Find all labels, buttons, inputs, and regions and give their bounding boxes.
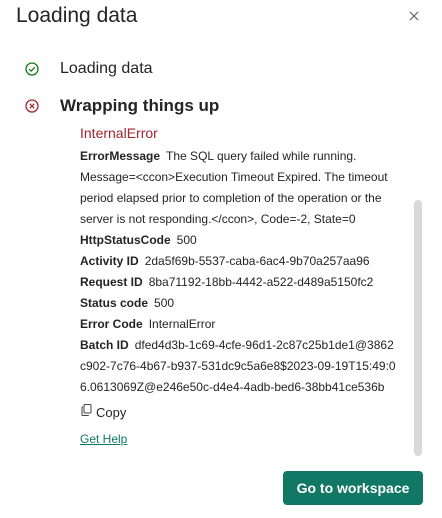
copy-label: Copy bbox=[96, 405, 127, 420]
http-status-value: 500 bbox=[176, 233, 197, 247]
activity-id-row: Activity ID 2da5f69b-5537-caba-6ac4-9b70a… bbox=[80, 251, 398, 272]
copy-button[interactable]: Copy bbox=[80, 402, 398, 423]
request-id-value: 8ba71192-18bb-4442-a522-d489a5150fc2 bbox=[148, 275, 374, 289]
http-status-label: HttpStatusCode bbox=[80, 233, 171, 247]
step-label: Wrapping things up bbox=[60, 96, 220, 115]
batch-id-label: Batch ID bbox=[80, 338, 129, 352]
step-loading-data: Loading data bbox=[24, 60, 153, 78]
error-code-label: Error Code bbox=[80, 317, 143, 331]
error-code-value: InternalError bbox=[148, 317, 216, 331]
go-to-workspace-button[interactable]: Go to workspace bbox=[283, 471, 423, 505]
error-message-row: ErrorMessage The SQL query failed while r… bbox=[80, 146, 398, 230]
step-label: Loading data bbox=[60, 60, 153, 77]
error-title: InternalError bbox=[80, 125, 158, 141]
loading-data-dialog: Loading data Loading data Wrapping thing… bbox=[0, 0, 442, 518]
status-code-value: 500 bbox=[154, 296, 175, 310]
step-wrapping-things-up: Wrapping things up bbox=[24, 96, 219, 116]
error-code-row: Error Code InternalError bbox=[80, 314, 398, 335]
batch-id-row: Batch ID dfed4d3b-1c69-4cfe-96d1-2c87c25b… bbox=[80, 335, 398, 398]
copy-icon bbox=[80, 402, 96, 423]
status-code-row: Status code 500 bbox=[80, 293, 398, 314]
request-id-label: Request ID bbox=[80, 275, 143, 289]
error-details: InternalError ErrorMessage The SQL query … bbox=[80, 124, 398, 450]
error-message-label: ErrorMessage bbox=[80, 149, 161, 163]
request-id-row: Request ID 8ba71192-18bb-4442-a522-d489a5… bbox=[80, 272, 398, 293]
error-circle-icon bbox=[24, 98, 40, 114]
activity-id-value: 2da5f69b-5537-caba-6ac4-9b70a257aa96 bbox=[144, 254, 370, 268]
http-status-row: HttpStatusCode 500 bbox=[80, 230, 398, 251]
activity-id-label: Activity ID bbox=[80, 254, 139, 268]
status-code-label: Status code bbox=[80, 296, 149, 310]
get-help-link[interactable]: Get Help bbox=[80, 429, 127, 450]
close-icon[interactable] bbox=[404, 6, 424, 26]
check-circle-icon bbox=[24, 61, 40, 77]
scrollbar-thumb[interactable] bbox=[414, 200, 422, 456]
dialog-title: Loading data bbox=[16, 4, 138, 27]
